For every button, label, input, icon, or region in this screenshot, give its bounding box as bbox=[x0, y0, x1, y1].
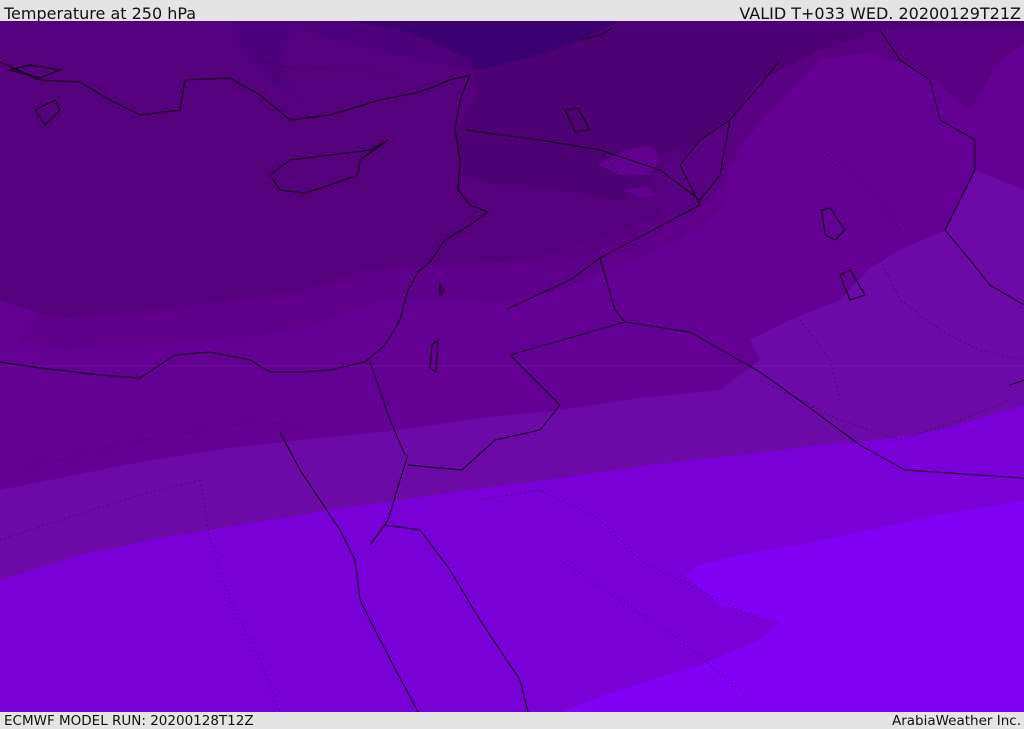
model-run-label: ECMWF MODEL RUN: 20200128T12Z bbox=[4, 713, 254, 729]
map-footer: ECMWF MODEL RUN: 20200128T12Z ArabiaWeat… bbox=[0, 712, 1024, 729]
map-header: Temperature at 250 hPa VALID T+033 WED. … bbox=[0, 0, 1024, 23]
credit-label: ArabiaWeather Inc. bbox=[891, 713, 1021, 729]
temperature-map[interactable] bbox=[0, 21, 1024, 712]
